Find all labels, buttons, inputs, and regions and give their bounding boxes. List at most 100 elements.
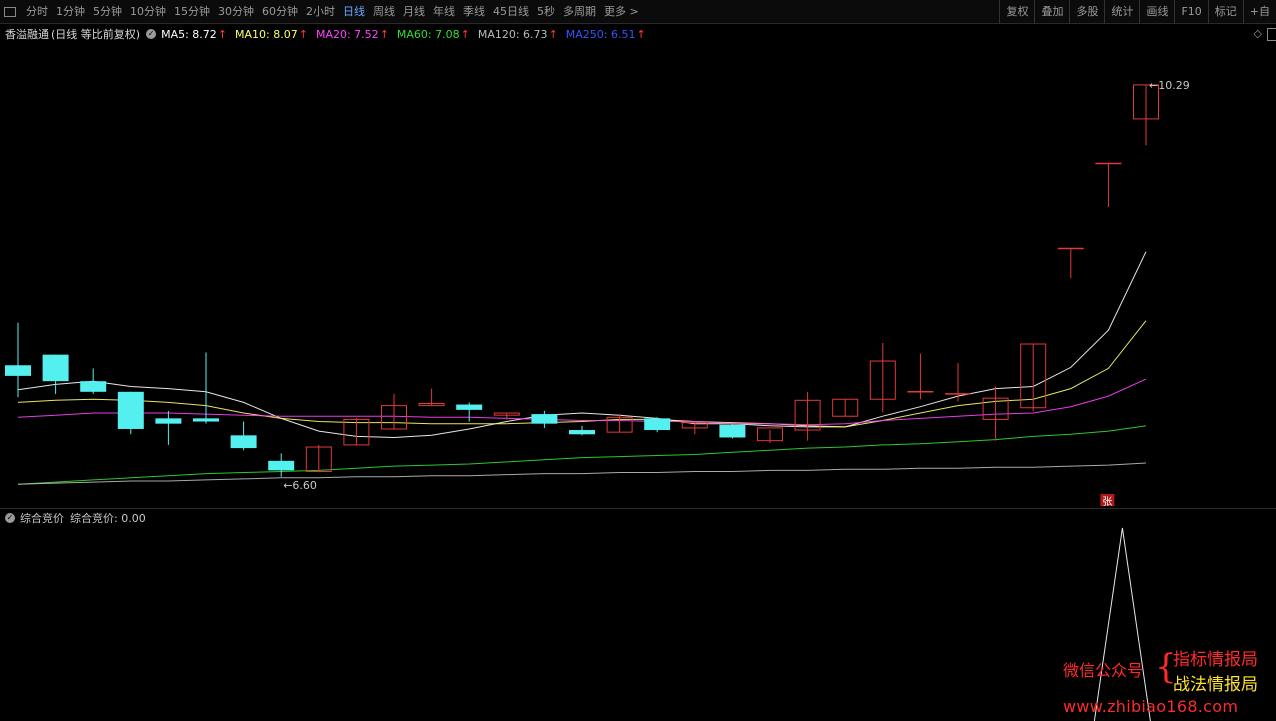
zhang-badge: 张 — [1102, 496, 1112, 506]
candle — [80, 368, 107, 394]
watermark-line2: 战法情报局 — [1173, 675, 1258, 695]
candle — [193, 352, 219, 424]
period-tab[interactable]: 月线 — [399, 0, 429, 24]
toolbar-button[interactable]: 复权 — [999, 0, 1034, 24]
sub-indicator-name[interactable]: 综合竞价 — [20, 510, 64, 526]
period-tab[interactable]: 5秒 — [533, 0, 559, 24]
period-tab[interactable]: 1分钟 — [52, 0, 89, 24]
candle-body — [569, 430, 595, 435]
up-arrow-icon: ↑ — [460, 27, 470, 41]
candle-body — [155, 418, 182, 424]
period-tab[interactable]: 周线 — [369, 0, 399, 24]
candle-body — [531, 414, 558, 424]
indicator-settings-icon[interactable]: ✓ — [146, 29, 157, 39]
candle — [757, 427, 783, 443]
period-tab[interactable]: 30分钟 — [214, 0, 258, 24]
sub-indicator-settings-icon[interactable]: ✓ — [5, 513, 15, 523]
ma-value: MA60: 7.08↑ — [396, 27, 470, 41]
toolbar-button[interactable]: 叠加 — [1034, 0, 1069, 24]
toolbar-button[interactable]: 画线 — [1139, 0, 1174, 24]
candle — [569, 425, 595, 436]
candle — [117, 391, 144, 435]
candle — [719, 423, 746, 439]
candle — [5, 322, 31, 398]
candle — [381, 393, 407, 430]
candle — [456, 402, 483, 422]
up-arrow-icon: ↑ — [636, 27, 646, 41]
candle — [155, 410, 182, 445]
period-tab[interactable]: 5分钟 — [89, 0, 126, 24]
ma-line-ma20 — [17, 378, 1147, 426]
period-tab[interactable]: 15分钟 — [170, 0, 214, 24]
ma-value: MA5: 8.72↑ — [161, 27, 228, 41]
candle — [1057, 247, 1084, 279]
period-tab[interactable]: 年线 — [429, 0, 459, 24]
candle — [1020, 343, 1047, 411]
candle-body — [5, 365, 31, 376]
up-arrow-icon: ↑ — [379, 27, 389, 41]
toolbar-button[interactable]: 标记 — [1207, 0, 1243, 24]
period-tab[interactable]: 多周期 — [559, 0, 600, 24]
candle-body — [117, 391, 144, 429]
ma-list: MA5: 8.72↑ MA10: 8.07↑ MA20: 7.52↑ MA60: 7.… — [161, 28, 654, 41]
candle — [418, 388, 445, 407]
candle — [305, 444, 332, 472]
period-tab[interactable]: 分时 — [22, 0, 52, 24]
period-list: 分时 1分钟 5分钟 10分钟 15分钟 30分钟 60分钟 2小时 日线 周线 月线 年线 季线 45日… — [0, 0, 643, 24]
ma-line-ma5 — [17, 251, 1147, 439]
candle — [644, 417, 671, 433]
watermark-label: 微信公众号 — [1063, 661, 1144, 680]
right-tool-list: 复权 叠加 多股 统计 画线 F10 标记 +自 — [999, 0, 1276, 24]
high-price-label: ←10.29 — [1149, 79, 1190, 92]
sub-indicator-bar: ✓ 综合竞价 综合竞价: 0.00 — [0, 510, 146, 526]
candle-body — [644, 418, 671, 431]
candle-body — [268, 460, 295, 471]
period-tab[interactable]: 2小时 — [302, 0, 339, 24]
candle-body — [230, 435, 257, 449]
stock-name: 香溢融通 — [5, 28, 49, 41]
period-tab[interactable]: 更多 > — [600, 0, 643, 24]
ma-line-ma120 — [17, 462, 1147, 485]
low-price-label: ←6.60 — [283, 479, 317, 492]
sub-indicator-value: 综合竞价: 0.00 — [70, 512, 146, 525]
ma-value: MA120: 6.73↑ — [477, 27, 558, 41]
toolbar-button[interactable]: +自 — [1242, 0, 1276, 24]
period-tab[interactable]: 60分钟 — [258, 0, 302, 24]
adjust-mode: (日线 等比前复权) — [51, 28, 141, 41]
candle — [945, 363, 971, 402]
candle-body — [80, 381, 107, 392]
period-tab[interactable]: 日线 — [339, 0, 369, 24]
up-arrow-icon: ↑ — [217, 27, 228, 41]
candle — [869, 342, 896, 412]
candle — [268, 453, 295, 477]
toolbar-button[interactable]: 多股 — [1069, 0, 1104, 24]
up-arrow-icon: ↑ — [548, 27, 558, 41]
candle — [230, 421, 257, 451]
watermark: 微信公众号 { 指标情报局 战法情报局 www.zhibiao168.com — [1063, 645, 1276, 721]
diamond-icon[interactable]: ◇ — [1254, 27, 1262, 40]
candle — [794, 391, 821, 441]
kline-chart[interactable]: ←10.29 ←6.60 张 — [0, 44, 1276, 506]
pane-divider[interactable] — [0, 508, 1276, 509]
candle-body — [193, 418, 219, 422]
candle — [606, 414, 633, 433]
toolbar-button[interactable]: 统计 — [1104, 0, 1139, 24]
menu-icon[interactable] — [4, 6, 16, 17]
candle — [832, 398, 859, 417]
ma-value: MA20: 7.52↑ — [315, 27, 389, 41]
expand-icon[interactable] — [1267, 28, 1276, 41]
candle — [1133, 84, 1159, 146]
watermark-url: www.zhibiao168.com — [1063, 697, 1239, 716]
period-tab[interactable]: 季线 — [459, 0, 489, 24]
toolbar-button[interactable]: F10 — [1174, 0, 1207, 24]
period-tab[interactable]: 10分钟 — [126, 0, 170, 24]
ma-value: MA250: 6.51↑ — [565, 27, 646, 41]
period-tab[interactable]: 45日线 — [489, 0, 533, 24]
candle — [531, 410, 558, 428]
candle-body — [719, 424, 746, 438]
candle-body — [42, 354, 69, 382]
ma-info-bar: 香溢融通 (日线 等比前复权) ✓ MA5: 8.72↑ MA10: 8.07↑ M… — [0, 26, 1276, 42]
candle — [42, 354, 69, 394]
candle-body — [456, 404, 483, 410]
ma-line-ma10 — [17, 320, 1147, 428]
